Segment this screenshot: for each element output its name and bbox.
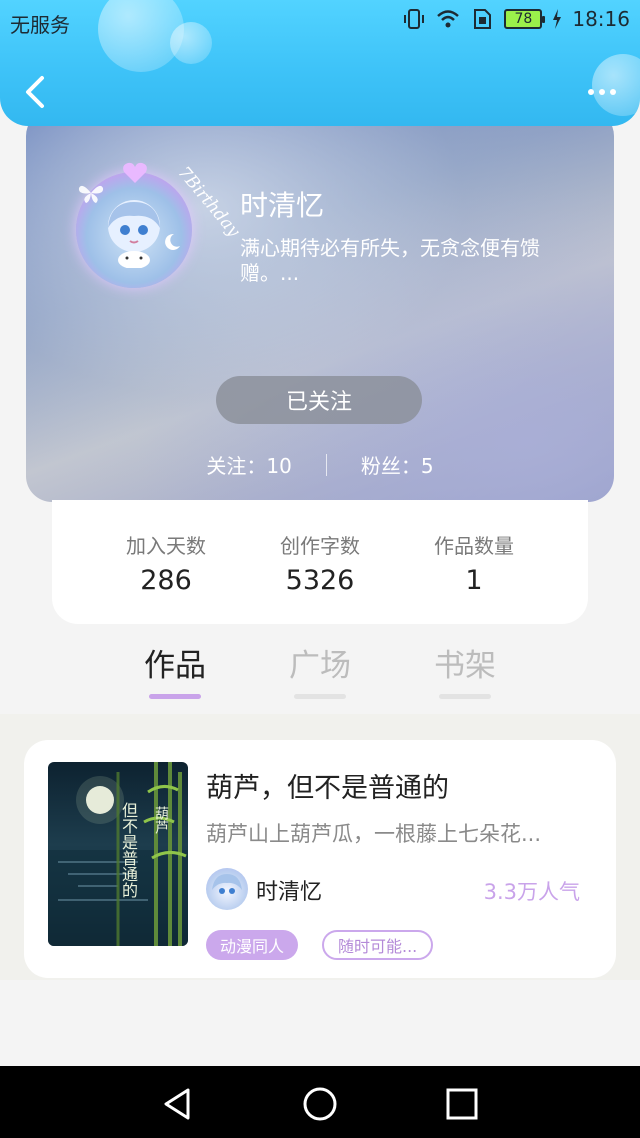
tab-label: 广场	[289, 648, 351, 684]
square-recent-icon[interactable]	[442, 1084, 482, 1124]
following-count[interactable]: 关注：10	[206, 450, 291, 479]
stats-card: 加入天数 286 创作字数 5326 作品数量 1	[52, 500, 588, 624]
follow-stats: 关注：10 粉丝：5	[26, 450, 614, 479]
avatar[interactable]: 7Birthday	[70, 162, 244, 292]
stat-value: 1	[465, 565, 483, 596]
popularity-count: 3.3万人气	[483, 880, 580, 904]
profile-card: 7Birthday 时清忆 满心期待必有所失，无贪念便有馈赠。... 已关注 关…	[26, 110, 614, 502]
triangle-back-icon[interactable]	[158, 1084, 198, 1124]
system-nav-bar	[0, 1066, 640, 1138]
work-title[interactable]: 葫芦，但不是普通的	[206, 766, 449, 805]
charging-icon	[553, 9, 562, 29]
stat-value: 286	[140, 565, 192, 596]
tab-bar: 作品 广场 书架	[0, 640, 640, 712]
chevron-left-icon[interactable]	[20, 74, 52, 110]
clock-text: 18:16	[572, 7, 630, 31]
header-bar: 无服务 78 18:16	[0, 0, 640, 126]
author-avatar-icon	[212, 874, 242, 894]
vibrate-icon	[404, 9, 425, 29]
tab-label: 作品	[144, 648, 206, 684]
tab-label: 书架	[434, 648, 496, 684]
status-icons: 78 18:16	[402, 7, 630, 31]
cover-title-text: 但不是普通的	[119, 802, 138, 898]
tag-badge[interactable]: 随时可能...	[322, 930, 434, 960]
stat-join-days: 加入天数 286	[96, 530, 236, 624]
author-avatar[interactable]	[206, 868, 248, 910]
stat-label: 创作字数	[280, 534, 360, 558]
anime-avatar-icon	[108, 200, 160, 268]
stat-work-count: 作品数量 1	[404, 530, 544, 624]
tab-works[interactable]: 作品	[130, 640, 220, 699]
follow-button[interactable]: 已关注	[216, 376, 422, 424]
tab-indicator	[149, 694, 201, 699]
work-description: 葫芦山上葫芦瓜，一根藤上七朵花...	[206, 822, 542, 846]
tag-badge[interactable]: 动漫同人	[206, 930, 299, 960]
tab-bookshelf[interactable]: 书架	[420, 640, 510, 699]
decor-bubble	[170, 22, 212, 64]
stat-label: 作品数量	[434, 534, 514, 558]
sim-icon	[474, 9, 492, 29]
followers-count[interactable]: 粉丝：5	[361, 450, 434, 479]
battery-icon: 78	[504, 9, 546, 29]
work-card[interactable]: 但不是普通的 葫芦 葫芦，但不是普通的 葫芦山上葫芦瓜，一根藤上七朵花... 时…	[24, 740, 616, 978]
stat-word-count: 创作字数 5326	[250, 530, 390, 624]
username: 时清忆	[240, 189, 325, 222]
book-cover[interactable]: 但不是普通的 葫芦	[48, 762, 188, 946]
tab-square[interactable]: 广场	[275, 640, 365, 699]
divider	[325, 453, 327, 476]
author-name[interactable]: 时清忆	[256, 874, 322, 906]
stat-value: 5326	[285, 565, 355, 596]
stat-label: 加入天数	[126, 534, 206, 558]
tab-indicator	[439, 694, 491, 699]
carrier-text: 无服务	[10, 13, 70, 37]
wifi-icon	[437, 10, 460, 28]
tab-indicator	[294, 694, 346, 699]
heart-icon	[123, 162, 147, 183]
butterfly-icon	[78, 185, 104, 203]
bio-text: 满心期待必有所失，无贪念便有馈赠。...	[240, 236, 540, 285]
more-dots-icon[interactable]	[576, 80, 616, 104]
moon-icon	[165, 233, 180, 250]
circle-home-icon[interactable]	[300, 1084, 340, 1124]
cover-subtitle-text: 葫芦	[153, 806, 169, 834]
